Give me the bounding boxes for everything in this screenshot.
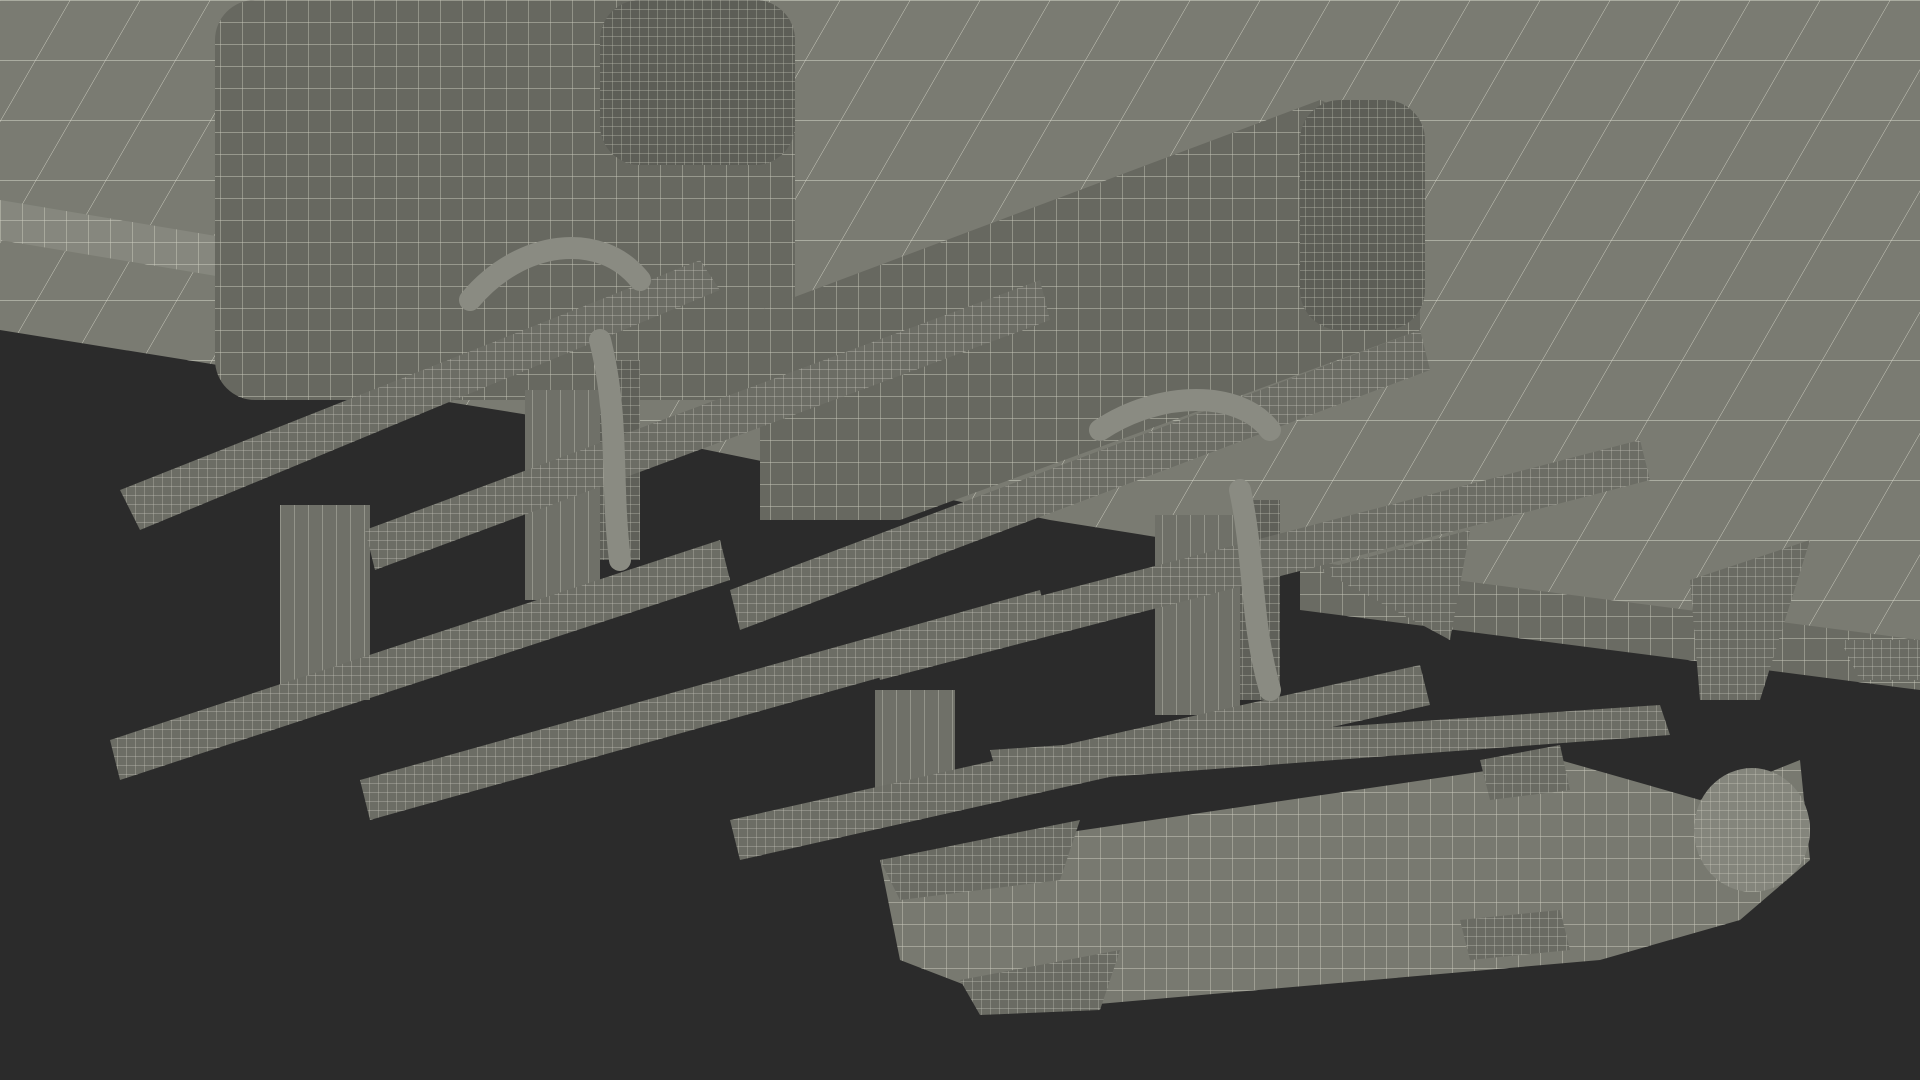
wireframe-viewport: [0, 0, 1920, 1080]
wireframe-render: [0, 0, 1920, 1015]
